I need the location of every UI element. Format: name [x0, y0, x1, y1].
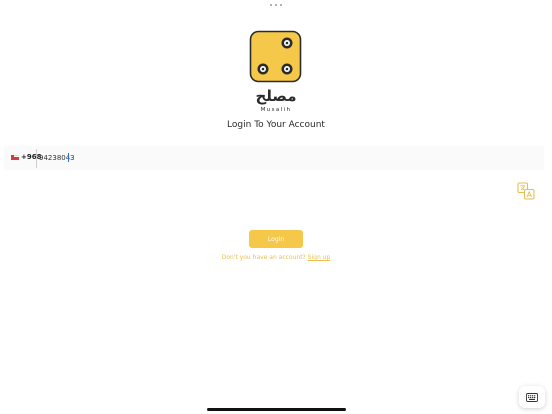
- multitask-dots-icon[interactable]: [270, 3, 282, 7]
- flag-band-red: [11, 155, 14, 160]
- dice-logo-icon: [249, 30, 302, 83]
- text-caret: [68, 153, 69, 162]
- translate-icon[interactable]: [517, 182, 535, 200]
- app-logo: مصلح Musalih: [249, 30, 302, 113]
- field-divider: [36, 149, 37, 168]
- keyboard-icon: [526, 392, 538, 402]
- keyboard-button[interactable]: [519, 386, 545, 408]
- phone-field-row: +968: [4, 146, 544, 170]
- phone-input[interactable]: [39, 151, 519, 165]
- page-title: Login To Your Account: [227, 120, 325, 130]
- signup-prompt: Don't you have an account? Sign up: [0, 254, 552, 261]
- dot: [275, 4, 277, 6]
- logo-latin-text: Musalih: [261, 107, 292, 113]
- signup-link[interactable]: Sign up: [308, 254, 331, 261]
- logo-arabic-text: مصلح: [255, 87, 296, 105]
- dot: [270, 4, 272, 6]
- home-indicator[interactable]: [207, 408, 346, 411]
- no-account-text: Don't you have an account?: [221, 254, 306, 261]
- oman-flag-icon[interactable]: [11, 155, 19, 160]
- login-button[interactable]: Login: [249, 230, 303, 248]
- dot: [280, 4, 282, 6]
